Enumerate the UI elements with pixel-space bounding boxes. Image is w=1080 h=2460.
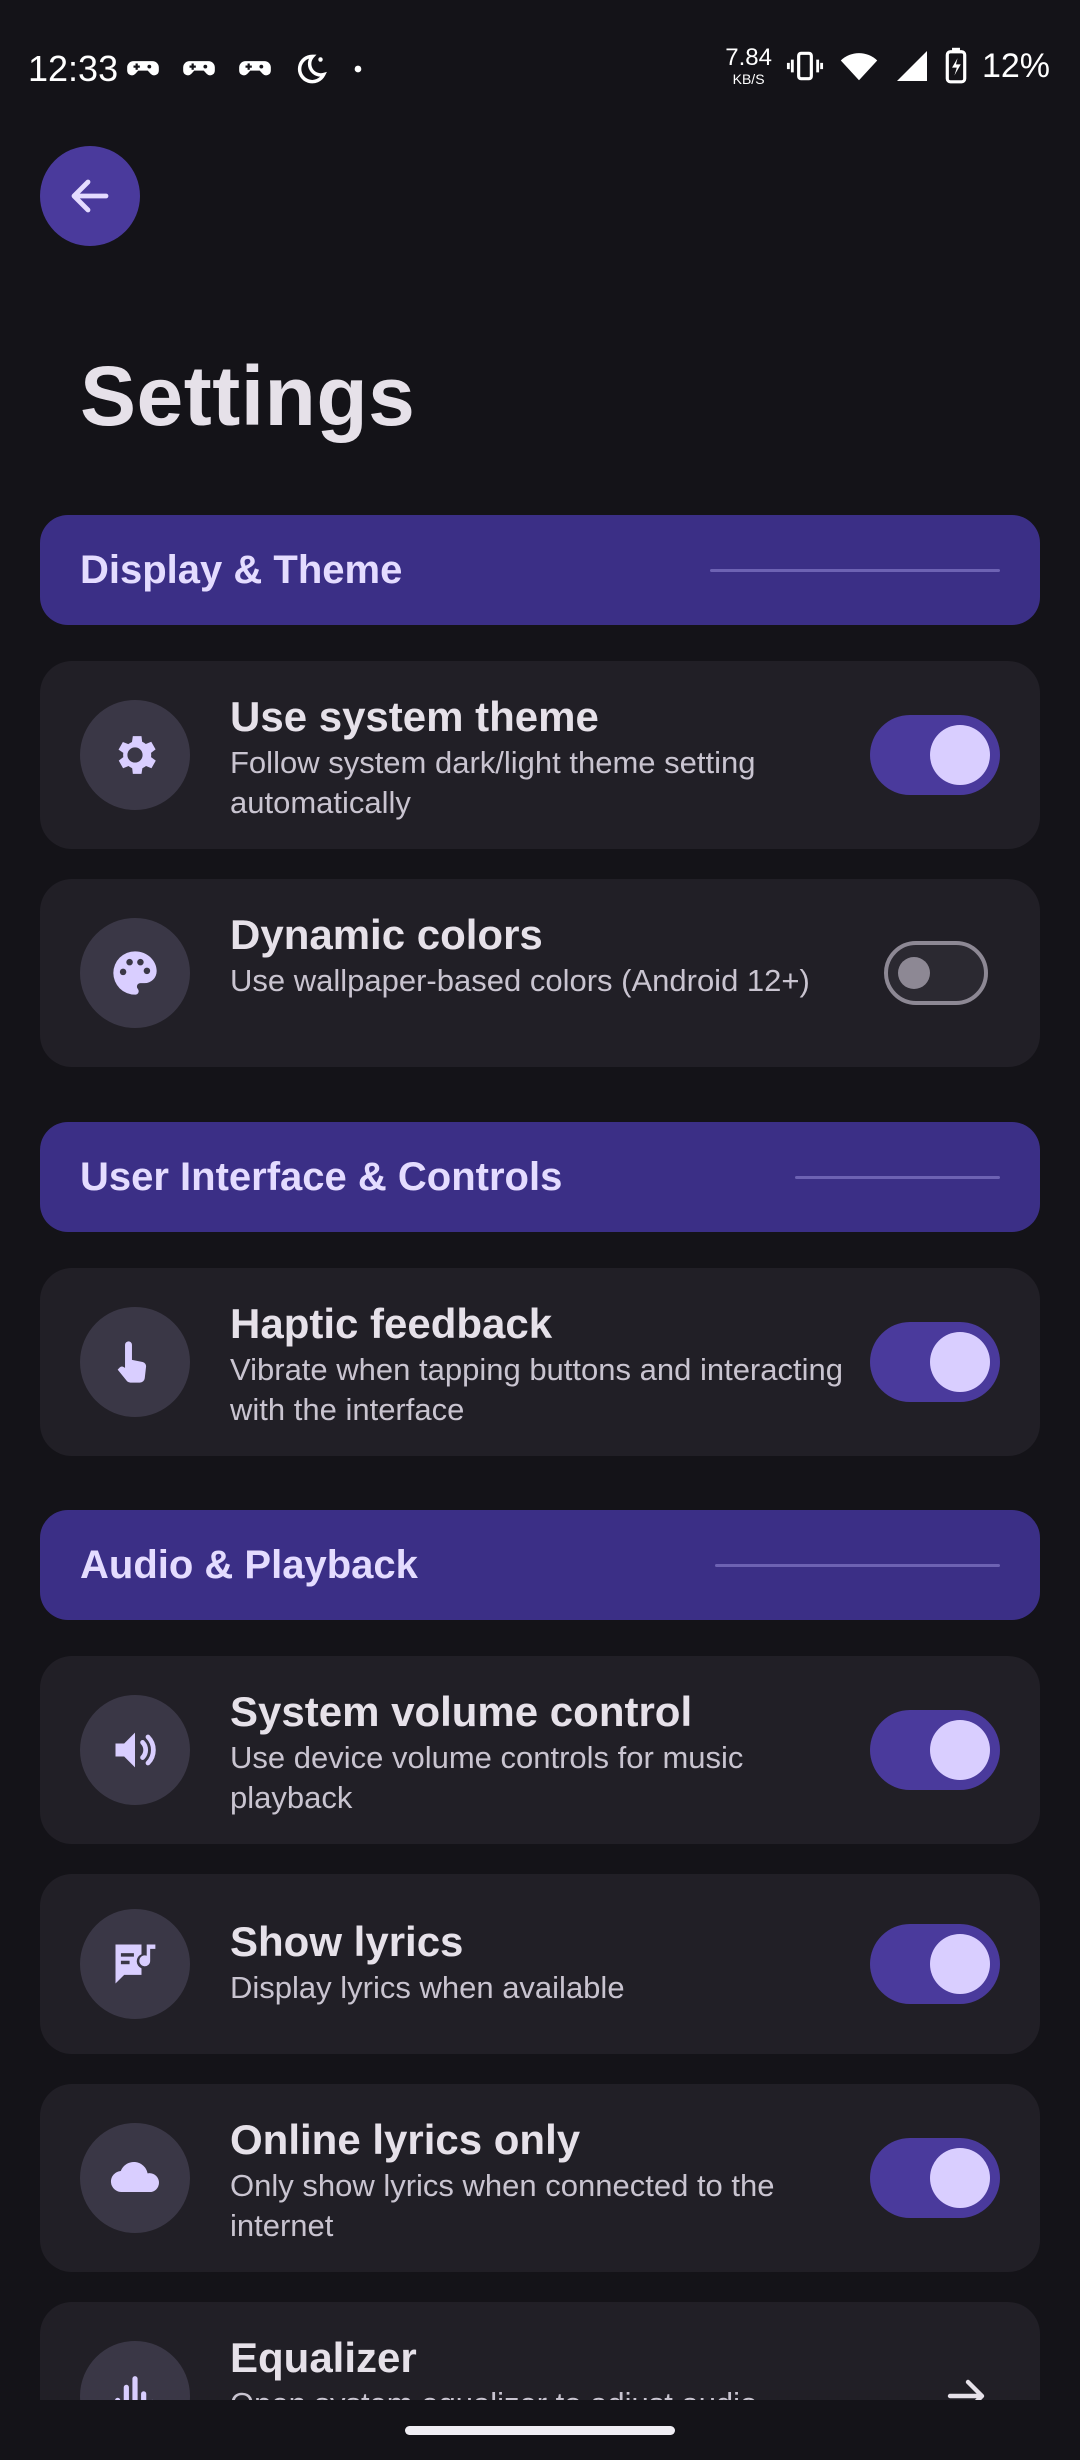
setting-subtitle: Display lyrics when available xyxy=(230,1970,625,2005)
show-lyrics-toggle[interactable] xyxy=(870,1924,1000,2004)
setting-title: Equalizer xyxy=(230,2334,417,2381)
content-area: Settings Display & Theme Use system them… xyxy=(0,0,1080,2400)
setting-equalizer[interactable]: Equalizer Open system equalizer to adjus… xyxy=(40,2302,1040,2400)
settings-screen: 12:33 7.84 KB/S 12% Settings Display & T… xyxy=(0,0,1080,2460)
toggle-knob xyxy=(898,957,930,989)
cloud-icon xyxy=(110,2161,159,2193)
setting-texts: Show lyrics Display lyrics when availabl… xyxy=(230,1916,850,2008)
setting-online-lyrics-only[interactable]: Online lyrics only Only show lyrics when… xyxy=(40,2084,1040,2272)
setting-system-volume-control[interactable]: System volume control Use device volume … xyxy=(40,1656,1040,1844)
setting-icon-container xyxy=(80,2341,190,2400)
section-label: Audio & Playback xyxy=(80,1543,418,1587)
section-header-display-theme: Display & Theme xyxy=(40,515,1040,625)
setting-icon-container xyxy=(80,1909,190,2019)
gear-icon xyxy=(118,736,156,774)
arrow-forward-icon xyxy=(947,2379,985,2400)
system-theme-toggle[interactable] xyxy=(870,715,1000,795)
setting-haptic-feedback[interactable]: Haptic feedback Vibrate when tapping but… xyxy=(40,1268,1040,1456)
setting-title: Use system theme xyxy=(230,693,599,740)
volume-icon xyxy=(115,1732,156,1768)
setting-icon-container xyxy=(80,1695,190,1805)
setting-texts: Use system theme Follow system dark/ligh… xyxy=(230,691,850,823)
setting-title: Show lyrics xyxy=(230,1918,464,1965)
touch-icon xyxy=(117,1341,147,1383)
toggle-knob xyxy=(930,1332,990,1392)
haptic-feedback-toggle[interactable] xyxy=(870,1322,1000,1402)
setting-use-system-theme[interactable]: Use system theme Follow system dark/ligh… xyxy=(40,661,1040,849)
dynamic-colors-toggle[interactable] xyxy=(884,941,988,1005)
section-header-ui-controls: User Interface & Controls xyxy=(40,1122,1040,1232)
setting-texts: System volume control Use device volume … xyxy=(230,1686,850,1818)
setting-subtitle: Use wallpaper-based colors (Android 12+) xyxy=(230,963,810,998)
setting-subtitle: Follow system dark/light theme setting a… xyxy=(230,745,756,820)
system-volume-toggle[interactable] xyxy=(870,1710,1000,1790)
back-button[interactable] xyxy=(40,146,140,246)
home-indicator[interactable] xyxy=(405,2426,675,2435)
setting-texts: Online lyrics only Only show lyrics when… xyxy=(230,2114,850,2246)
lyrics-icon xyxy=(115,1944,156,1984)
online-lyrics-toggle[interactable] xyxy=(870,2138,1000,2218)
setting-dynamic-colors[interactable]: Dynamic colors Use wallpaper-based color… xyxy=(40,879,1040,1067)
section-divider xyxy=(795,1176,1000,1179)
setting-texts: Equalizer Open system equalizer to adjus… xyxy=(230,2332,850,2400)
setting-texts: Haptic feedback Vibrate when tapping but… xyxy=(230,1298,850,1430)
setting-icon-container xyxy=(80,1307,190,1417)
page-title: Settings xyxy=(80,349,416,443)
setting-icon-container xyxy=(80,700,190,810)
setting-subtitle: Only show lyrics when connected to the i… xyxy=(230,2168,775,2243)
section-header-audio-playback: Audio & Playback xyxy=(40,1510,1040,1620)
setting-title: System volume control xyxy=(230,1688,693,1735)
section-label: Display & Theme xyxy=(80,548,403,592)
section-divider xyxy=(710,569,1000,572)
section-divider xyxy=(715,1564,1000,1567)
setting-title: Haptic feedback xyxy=(230,1300,553,1347)
toggle-knob xyxy=(930,2148,990,2208)
setting-subtitle: Open system equalizer to adjust audio xyxy=(230,2384,850,2400)
toggle-knob xyxy=(930,1720,990,1780)
setting-icon-container xyxy=(80,918,190,1028)
setting-show-lyrics[interactable]: Show lyrics Display lyrics when availabl… xyxy=(40,1874,1040,2054)
arrow-back-icon xyxy=(71,179,109,213)
toggle-knob xyxy=(930,725,990,785)
equalizer-icon xyxy=(115,2376,154,2400)
setting-title: Online lyrics only xyxy=(230,2116,581,2163)
setting-subtitle: Use device volume controls for music pla… xyxy=(230,1740,744,1815)
setting-icon-container xyxy=(80,2123,190,2233)
section-label: User Interface & Controls xyxy=(80,1155,563,1199)
setting-title: Dynamic colors xyxy=(230,911,543,958)
setting-subtitle: Vibrate when tapping buttons and interac… xyxy=(230,1352,843,1427)
toggle-knob xyxy=(930,1934,990,1994)
palette-icon xyxy=(113,951,157,995)
setting-texts: Dynamic colors Use wallpaper-based color… xyxy=(230,909,850,1001)
